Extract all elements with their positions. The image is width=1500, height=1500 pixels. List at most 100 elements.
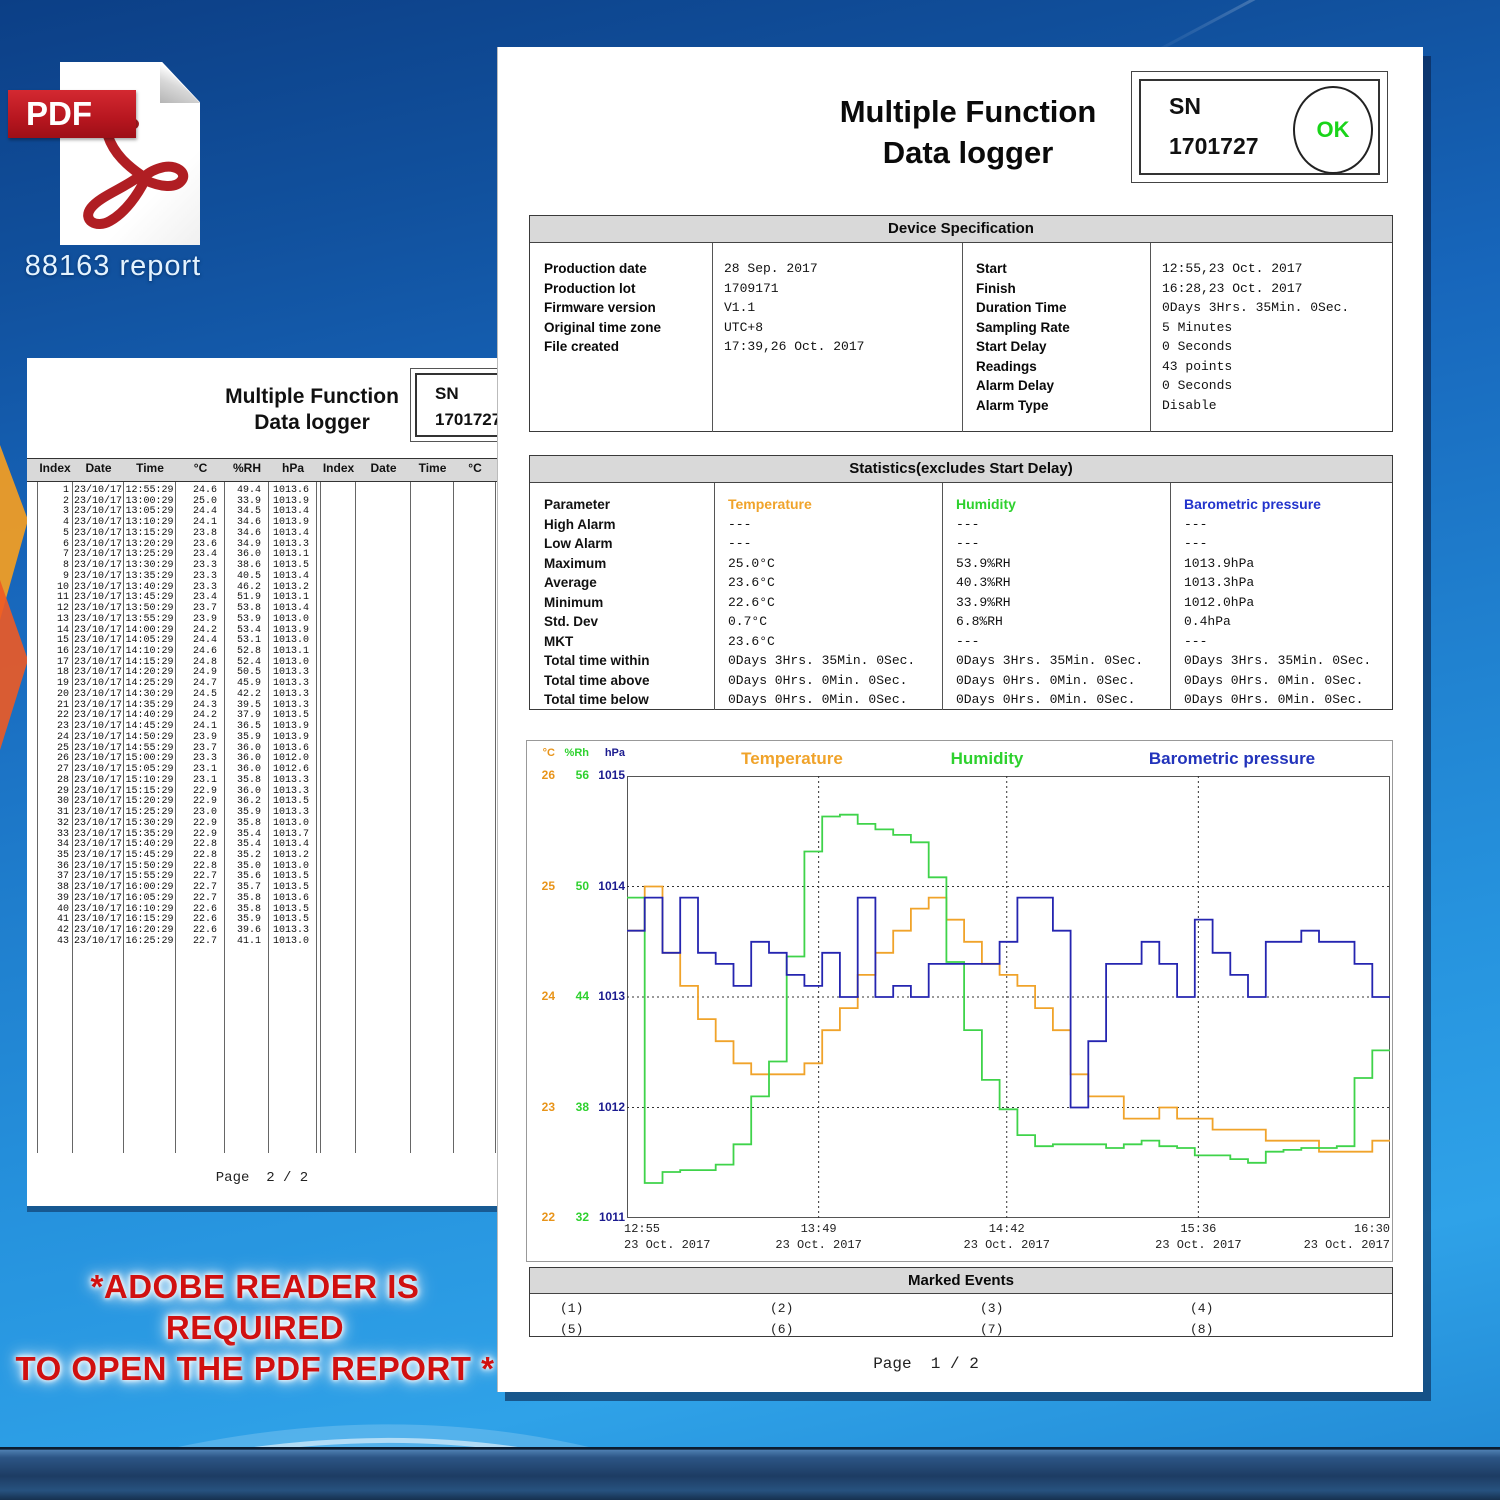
y-tick-temp: 22: [529, 1210, 555, 1224]
spec-row: Original time zoneUTC+8: [530, 318, 962, 338]
sn-value: 1701727: [1169, 133, 1259, 160]
y-tick-temp: 25: [529, 879, 555, 893]
spec-row: File created17:39,26 Oct. 2017: [530, 337, 962, 357]
page1-page-number: Page 1 / 2: [776, 1355, 1076, 1373]
series-humidity: [627, 815, 1390, 1183]
readings-table-body: 123/10/1712:55:2924.649.41013.6223/10/17…: [27, 482, 497, 1153]
spec-row: Start12:55,23 Oct. 2017: [962, 259, 1394, 279]
spec-row: Alarm Delay0 Seconds: [962, 376, 1394, 396]
chart: Temperature Humidity Barometric pressure…: [526, 740, 1393, 1262]
page1-sn-box: SN 1701727 OK: [1131, 71, 1388, 183]
table-row: 2423/10/1714:50:2923.935.91013.9: [37, 733, 497, 744]
spec-row: Duration Time0Days 3Hrs. 35Min. 0Sec.: [962, 298, 1394, 318]
device-specification-title: Device Specification: [530, 216, 1392, 243]
sn-value: 1701727: [435, 407, 497, 433]
stat-row: Total time within0Days 3Hrs. 35Min. 0Sec…: [530, 651, 1394, 671]
page1-title: Multiple FunctionData logger: [778, 91, 1158, 173]
y-tick-humidity: 44: [559, 989, 589, 1003]
spec-row: Start Delay0 Seconds: [962, 337, 1394, 357]
y-tick-pressure: 1011: [589, 1210, 625, 1224]
sn-label: SN: [435, 381, 497, 407]
desktop: PDF 88163 report Multiple FunctionData l…: [0, 0, 1500, 1500]
statistics-table: Statistics(excludes Start Delay) Paramet…: [529, 455, 1393, 710]
spec-row: Production lot1709171: [530, 279, 962, 299]
series-temperature: [627, 887, 1390, 1152]
table-row: 4323/10/1716:25:2922.741.11013.0: [37, 937, 497, 948]
table-row: 2823/10/1715:10:2923.135.81013.3: [37, 776, 497, 787]
stat-row: Std. Dev0.7°C6.8%RH0.4hPa: [530, 612, 1394, 632]
stat-row: High Alarm---------: [530, 515, 1394, 535]
y-tick-humidity: 38: [559, 1100, 589, 1114]
spec-row: Sampling Rate5 Minutes: [962, 318, 1394, 338]
spec-row: Firmware versionV1.1: [530, 298, 962, 318]
sn-label: SN: [1169, 93, 1201, 120]
plot-area: [627, 776, 1390, 1218]
series-barometric-pressure: [627, 898, 1390, 1108]
y-tick-pressure: 1012: [589, 1100, 625, 1114]
y-tick-temp: 23: [529, 1100, 555, 1114]
x-tick: 23 Oct. 2017: [624, 1238, 754, 1252]
stat-row: Minimum22.6°C33.9%RH1012.0hPa: [530, 593, 1394, 613]
x-tick: 23 Oct. 2017: [942, 1238, 1072, 1252]
x-tick: 23 Oct. 2017: [754, 1238, 884, 1252]
y-tick-temp: 24: [529, 989, 555, 1003]
marked-event-slot: (3): [980, 1301, 1003, 1316]
legend-pressure: Barometric pressure: [1112, 749, 1352, 769]
report-page-2: Multiple FunctionData logger SN 1701727 …: [27, 358, 497, 1206]
axis-unit-temp: °C: [529, 747, 555, 759]
y-tick-pressure: 1015: [589, 768, 625, 782]
axis-unit-pressure: hPa: [591, 747, 625, 759]
legend-temperature: Temperature: [702, 749, 882, 769]
report-page-1: Multiple FunctionData logger SN 1701727 …: [497, 47, 1423, 1392]
marked-events-title: Marked Events: [530, 1268, 1392, 1294]
x-tick: 23 Oct. 2017: [1133, 1238, 1263, 1252]
stat-row: MKT23.6°C------: [530, 632, 1394, 652]
legend-humidity: Humidity: [927, 749, 1047, 769]
marked-event-slot: (7): [980, 1322, 1003, 1337]
stat-row: Total time below0Days 0Hrs. 0Min. 0Sec.0…: [530, 690, 1394, 710]
page2-page-number: Page 2 / 2: [27, 1170, 497, 1186]
stat-row: ParameterTemperatureHumidityBarometric p…: [530, 495, 1394, 515]
x-tick: 15:36: [1133, 1222, 1263, 1236]
device-specification-table: Device Specification Production date28 S…: [529, 215, 1393, 432]
x-tick: 16:30: [1260, 1222, 1390, 1236]
page2-sn-box: SN 1701727: [410, 368, 497, 442]
desktop-icon-label[interactable]: 88163 report: [8, 250, 218, 283]
page-curl: [160, 62, 200, 103]
spec-row: Alarm TypeDisable: [962, 396, 1394, 416]
pdf-banner: PDF: [8, 90, 136, 138]
table-row: 923/10/1713:35:2923.340.51013.4: [37, 572, 497, 583]
marked-event-slot: (8): [1190, 1322, 1213, 1337]
axis-unit-humidity: %Rh: [559, 747, 589, 759]
stat-row: Low Alarm---------: [530, 534, 1394, 554]
stat-row: Average23.6°C40.3%RH1013.3hPa: [530, 573, 1394, 593]
y-tick-humidity: 56: [559, 768, 589, 782]
table-row: [37, 948, 497, 1153]
wallpaper-flare: [0, 445, 30, 755]
stat-row: Maximum25.0°C53.9%RH1013.9hPa: [530, 554, 1394, 574]
marked-event-slot: (2): [770, 1301, 793, 1316]
x-tick: 13:49: [754, 1222, 884, 1236]
table-row: 1323/10/1713:55:2923.953.91013.0: [37, 615, 497, 626]
spec-row: Finish16:28,23 Oct. 2017: [962, 279, 1394, 299]
spec-row: Readings43 points: [962, 357, 1394, 377]
y-tick-temp: 26: [529, 768, 555, 782]
taskbar: PDF ИЗ ▲ 16:06 10.02.2012: [0, 1447, 1500, 1500]
x-tick: 14:42: [942, 1222, 1072, 1236]
readings-table-header: IndexDateTime°C%RHhPaIndexDateTime°C: [27, 458, 497, 482]
marked-event-slot: (4): [1190, 1301, 1213, 1316]
marked-event-slot: (5): [560, 1322, 583, 1337]
y-tick-humidity: 32: [559, 1210, 589, 1224]
y-tick-pressure: 1014: [589, 879, 625, 893]
marked-event-slot: (6): [770, 1322, 793, 1337]
y-tick-humidity: 50: [559, 879, 589, 893]
y-tick-pressure: 1013: [589, 989, 625, 1003]
x-tick: 23 Oct. 2017: [1260, 1238, 1390, 1252]
marked-event-slot: (1): [560, 1301, 583, 1316]
x-tick: 12:55: [624, 1222, 754, 1236]
ok-status-badge: OK: [1293, 86, 1373, 174]
pdf-report-desktop-icon[interactable]: PDF 88163 report: [8, 52, 208, 287]
marked-events-table: Marked Events (1) (2) (3) (4) (5) (6) (7) (8): [529, 1267, 1393, 1337]
statistics-title: Statistics(excludes Start Delay): [530, 456, 1392, 483]
adobe-reader-warning: *ADOBE READER IS REQUIRED TO OPEN THE PD…: [5, 1266, 505, 1389]
